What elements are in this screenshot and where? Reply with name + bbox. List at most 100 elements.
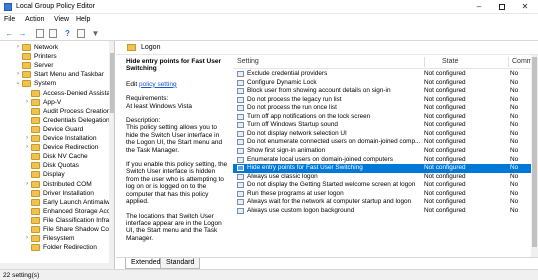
expand-chevron-icon[interactable]: › [24, 98, 30, 107]
table-row[interactable]: Turn off app notifications on the lock s… [233, 113, 538, 122]
tree-item[interactable]: Device Guard [0, 125, 114, 134]
collapse-chevron-icon[interactable]: ⌄ [15, 79, 21, 88]
table-row[interactable]: Run these programs at user logon Not conf… [233, 190, 538, 199]
policy-setting-icon [237, 88, 244, 95]
tree-item[interactable]: › Network [0, 43, 114, 52]
forward-button[interactable]: → [17, 28, 28, 39]
help-button[interactable]: ? [62, 28, 73, 39]
setting-name: Turn off app notifications on the lock s… [247, 112, 371, 120]
tree-item[interactable]: › Distributed COM [0, 180, 114, 189]
maximize-button[interactable] [491, 0, 513, 14]
description-paragraph-3: The locations that Switch User interface… [126, 212, 222, 242]
table-row[interactable]: Show first sign-in animation Not configur… [233, 147, 538, 156]
column-header-state[interactable]: State [442, 58, 458, 65]
table-row[interactable]: Enumerate local users on domain-joined c… [233, 156, 538, 165]
show-pane-button[interactable] [75, 28, 86, 39]
tree-item-label: Early Launch Antimalware [43, 198, 109, 206]
setting-state: Not configured [424, 146, 466, 154]
tree-item[interactable]: Printers [0, 52, 114, 61]
expand-chevron-icon[interactable]: › [24, 180, 30, 189]
expand-chevron-icon[interactable]: › [15, 70, 21, 79]
tree-item[interactable]: File Classification Infrastructure [0, 216, 114, 225]
tree-item[interactable]: Credentials Delegation [0, 116, 114, 125]
tree-item-label: Audit Process Creation [43, 107, 109, 115]
setting-state: Not configured [424, 172, 466, 180]
expand-chevron-icon[interactable]: › [24, 143, 30, 152]
table-row[interactable]: Hide entry points for Fast User Switchin… [233, 164, 538, 173]
table-row[interactable]: Turn off Windows Startup sound Not config… [233, 121, 538, 130]
setting-name: Turn off Windows Startup sound [247, 121, 338, 129]
tree-item[interactable]: Disk Quotas [0, 161, 114, 170]
setting-name: Do not process the run once list [247, 104, 337, 112]
tree-item[interactable]: ⌄ System [0, 79, 114, 88]
tree-item[interactable]: › Device Redirection [0, 143, 114, 152]
properties-button[interactable] [47, 28, 58, 39]
tree-item[interactable]: Folder Redirection [0, 243, 114, 252]
table-row[interactable]: Do not display network selection UI Not c… [233, 130, 538, 139]
tree-item[interactable]: › Start Menu and Taskbar [0, 70, 114, 79]
menu-view[interactable]: View [54, 16, 69, 23]
expand-chevron-icon[interactable]: › [24, 134, 30, 143]
show-hide-tree-button[interactable] [34, 28, 45, 39]
folder-icon [31, 98, 40, 106]
tree-item[interactable]: Disk NV Cache [0, 152, 114, 161]
tree-item[interactable]: Early Launch Antimalware [0, 198, 114, 207]
expand-chevron-icon[interactable]: › [24, 234, 30, 243]
table-row[interactable]: Always wait for the network at computer … [233, 198, 538, 207]
table-row[interactable]: Exclude credential providers Not configur… [233, 70, 538, 79]
menu-file[interactable]: File [4, 16, 15, 23]
tree-item[interactable]: Display [0, 170, 114, 179]
tree-item-label: System [34, 80, 56, 88]
details-pane: Logon Hide entry points for Fast User Sw… [116, 41, 538, 269]
filter-button[interactable]: ▼ [90, 28, 101, 39]
table-row[interactable]: Do not enumerate connected users on doma… [233, 138, 538, 147]
menu-action[interactable]: Action [25, 16, 44, 23]
status-text: 22 setting(s) [3, 272, 40, 279]
minimize-button[interactable]: – [468, 0, 490, 14]
policy-setting-icon [237, 156, 244, 163]
menu-help[interactable]: Help [76, 16, 90, 23]
tree-item[interactable]: Enhanced Storage Access [0, 207, 114, 216]
edit-policy-setting-link[interactable]: policy setting [139, 81, 177, 88]
description-block: Description: This policy setting allows … [126, 117, 228, 154]
expand-chevron-icon[interactable]: › [15, 43, 21, 52]
status-bar: 22 setting(s) [0, 269, 538, 280]
column-divider[interactable] [424, 57, 425, 67]
tab-standard[interactable]: Standard [160, 258, 201, 269]
table-row[interactable]: Do not display the Getting Started welco… [233, 181, 538, 190]
tree-item-label: Network [34, 44, 59, 51]
tree-item[interactable]: › Filesystem [0, 234, 114, 243]
tree-vertical-scrollbar[interactable] [109, 41, 114, 269]
tree-item[interactable]: Driver Installation [0, 189, 114, 198]
tree-item[interactable]: Access-Denied Assistance [0, 89, 114, 98]
folder-icon [31, 226, 40, 233]
table-row[interactable]: Always use classic logon Not configured No [233, 173, 538, 182]
requirements-value: At least Windows Vista [126, 102, 192, 110]
folder-icon [22, 62, 31, 70]
forward-arrow-icon: → [18, 29, 27, 38]
tree-item[interactable]: File Share Shadow Copy Provider [0, 225, 114, 234]
tree-item[interactable]: Server [0, 61, 114, 70]
tree-item[interactable]: › Device Installation [0, 134, 114, 143]
table-row[interactable]: Configure Dynamic Lock Not configured No [233, 79, 538, 88]
column-divider[interactable] [508, 57, 509, 67]
back-button[interactable]: ← [4, 28, 15, 39]
table-scroll-thumb[interactable] [532, 57, 537, 247]
setting-state: Not configured [424, 206, 466, 214]
table-row[interactable]: Do not process the legacy run list Not co… [233, 96, 538, 105]
tree-item[interactable]: Audit Process Creation [0, 107, 114, 116]
setting-name: Always use classic logon [247, 172, 318, 180]
close-button[interactable]: ✕ [514, 0, 536, 14]
column-header-setting[interactable]: Setting [237, 58, 259, 65]
console-tree-icon [35, 29, 44, 38]
tree-item[interactable]: › App-V [0, 98, 114, 107]
tree-item-label: File Classification Infrastructure [43, 216, 109, 224]
column-header-comment[interactable]: Comm [512, 58, 533, 65]
table-row[interactable]: Always use custom logon background Not co… [233, 207, 538, 216]
table-row[interactable]: Block user from showing account details … [233, 87, 538, 96]
table-vertical-scrollbar[interactable] [531, 55, 538, 257]
back-arrow-icon: ← [5, 29, 14, 38]
table-row[interactable]: Do not process the run once list Not conf… [233, 104, 538, 113]
setting-state: Not configured [424, 181, 466, 189]
tree-scroll-thumb[interactable] [110, 53, 114, 113]
